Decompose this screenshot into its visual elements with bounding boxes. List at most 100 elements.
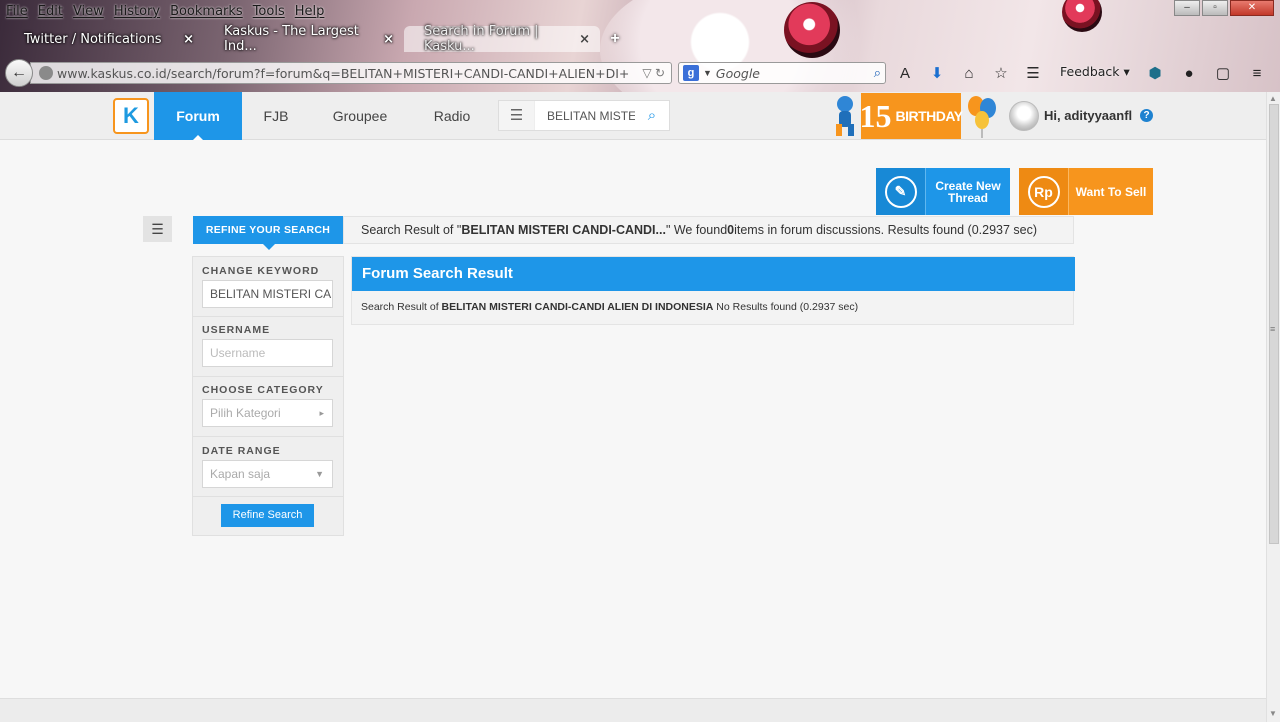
rupiah-icon: Rp (1027, 175, 1060, 208)
menu-help[interactable]: Help (295, 4, 325, 19)
no-results-message: Search Result of BELITAN MISTERI CANDI-C… (361, 301, 858, 313)
keyword-input[interactable]: BELITAN MISTERI CA (202, 280, 333, 308)
kaskus-logo[interactable]: K (113, 98, 149, 134)
url-host: www.kaskus.co.id (57, 65, 167, 81)
window-controls: – ▫ ✕ (1174, 0, 1274, 16)
category-select[interactable]: Pilih Kategori ▸ (202, 399, 333, 427)
search-icon[interactable]: ⌕ (635, 107, 669, 124)
google-icon[interactable]: g (683, 65, 699, 81)
close-window-button[interactable]: ✕ (1230, 0, 1274, 16)
theme-artwork-eye (1062, 0, 1102, 32)
balloons-icon (968, 96, 996, 138)
scroll-up-icon[interactable]: ▲ (1269, 94, 1277, 103)
user-greeting[interactable]: Hi, adityyaanfl (1044, 108, 1132, 123)
tab-title: Twitter / Notifications (24, 31, 162, 47)
extension-ghost-icon[interactable]: ● (1178, 62, 1200, 84)
result-line-query: BELITAN MISTERI CANDI-CANDI ALIEN DI IND… (441, 301, 714, 313)
nav-fjb[interactable]: FJB (248, 92, 304, 140)
vertical-scrollbar[interactable]: ▲ ≡ ▼ (1266, 92, 1280, 722)
navigation-toolbar: www.kaskus.co.id/search/forum?f=forum&q=… (0, 56, 1280, 90)
chevron-down-icon[interactable]: ▼ (703, 68, 712, 78)
keyword-label: CHANGE KEYWORD (202, 265, 320, 277)
nav-forum[interactable]: Forum (154, 92, 242, 140)
refine-search-panel: CHANGE KEYWORD BELITAN MISTERI CA USERNA… (192, 256, 344, 536)
reload-icon[interactable]: ▽ ↻ (636, 66, 671, 80)
date-range-select[interactable]: Kapan saja ▼ (202, 460, 333, 488)
category-label: CHOOSE CATEGORY (202, 384, 324, 396)
create-new-thread-button[interactable]: ✎ Create New Thread (876, 168, 1010, 215)
close-tab-icon[interactable]: × (383, 32, 394, 47)
avatar[interactable] (1009, 101, 1039, 131)
close-tab-icon[interactable]: × (579, 32, 590, 47)
new-tab-button[interactable]: + (600, 30, 630, 48)
tab-kaskus-home[interactable]: Kaskus - The Largest Ind... × (204, 24, 404, 54)
extension-shield-icon[interactable]: ⬢ (1144, 62, 1166, 84)
username-input[interactable]: Username (202, 339, 333, 367)
menu-history[interactable]: History (114, 4, 160, 19)
hamburger-menu-icon[interactable]: ≡ (1246, 62, 1268, 84)
sidebar-toggle-button[interactable]: ☰ (143, 216, 172, 242)
chevron-right-icon: ▸ (319, 408, 324, 418)
category-section: CHOOSE CATEGORY Pilih Kategori ▸ (193, 377, 343, 437)
search-icon[interactable]: ⌕ (874, 65, 881, 81)
nav-radio[interactable]: Radio (416, 92, 488, 140)
create-new-thread-label: Create New Thread (935, 178, 1001, 205)
rupiah-icon-wrap: Rp (1019, 168, 1069, 215)
pencil-icon-wrap: ✎ (876, 168, 926, 215)
tab-twitter[interactable]: Twitter / Notifications × (4, 26, 204, 52)
search-summary-bar: Search Result of " BELITAN MISTERI CANDI-… (343, 216, 1074, 244)
translate-icon[interactable]: A (894, 62, 916, 84)
menu-bar: File Edit View History Bookmarks Tools H… (0, 0, 324, 22)
maximize-button[interactable]: ▫ (1202, 0, 1228, 16)
result-line-prefix: Search Result of (361, 301, 442, 313)
home-icon[interactable]: ⌂ (958, 62, 980, 84)
feedback-button[interactable]: Feedback ▾ (1060, 64, 1130, 79)
birthday-banner[interactable]: 15 BIRTHDAY (859, 93, 963, 139)
list-icon: ☰ (151, 220, 164, 237)
close-tab-icon[interactable]: × (183, 32, 194, 47)
bookmark-star-icon[interactable]: ☆ (990, 62, 1012, 84)
download-icon[interactable]: ⬇ (926, 62, 948, 84)
mascot-icon (836, 96, 854, 136)
menu-tools[interactable]: Tools (253, 4, 285, 19)
pencil-icon: ✎ (884, 175, 917, 208)
list-icon[interactable]: ☰ (499, 101, 535, 130)
chevron-down-icon: ▼ (315, 469, 324, 479)
tab-bar: Twitter / Notifications × Kaskus - The L… (0, 24, 630, 54)
url-text: www.kaskus.co.id/search/forum?f=forum&q=… (57, 66, 636, 81)
summary-count: 0 (727, 223, 735, 237)
tab-title: Search in Forum | Kasku... (424, 24, 539, 54)
site-search: ☰ BELITAN MISTERI ⌕ (498, 100, 670, 131)
menu-view[interactable]: View (73, 4, 104, 19)
result-line-suffix: No Results found (0.2937 sec) (713, 301, 859, 313)
address-bar[interactable]: www.kaskus.co.id/search/forum?f=forum&q=… (30, 62, 672, 84)
forum-search-result-title: Forum Search Result (352, 257, 1075, 291)
tab-title: Kaskus - The Largest Ind... (224, 24, 359, 54)
browser-search-bar[interactable]: g ▼ Google ⌕ (678, 62, 886, 84)
refine-search-button[interactable]: Refine Search (221, 504, 314, 527)
back-button[interactable]: ← (5, 59, 33, 87)
keyword-section: CHANGE KEYWORD BELITAN MISTERI CA (193, 257, 343, 317)
toolbar-icons: A ⬇ ⌂ ☆ ☰ (894, 62, 1044, 84)
help-icon[interactable]: ? (1140, 109, 1153, 122)
refine-search-header: REFINE YOUR SEARCH (193, 216, 343, 250)
minimize-button[interactable]: – (1174, 0, 1200, 16)
want-to-sell-button[interactable]: Rp Want To Sell (1019, 168, 1153, 215)
menu-file[interactable]: File (6, 4, 28, 19)
menu-edit[interactable]: Edit (38, 4, 63, 19)
birthday-text: BIRTHDAY (895, 108, 963, 124)
extension-square-icon[interactable]: ▢ (1212, 62, 1234, 84)
tab-search-forum[interactable]: Search in Forum | Kasku... × (404, 24, 600, 54)
nav-groupee[interactable]: Groupee (316, 92, 404, 140)
site-search-input[interactable]: BELITAN MISTERI (535, 109, 635, 123)
site-identity-icon[interactable] (39, 66, 53, 80)
url-path: /search/forum?f=forum&q=BELITAN+MISTERI+… (166, 65, 630, 81)
back-arrow-icon: ← (11, 64, 27, 81)
forum-search-result-panel: Forum Search Result Search Result of BEL… (351, 256, 1075, 325)
date-range-label: DATE RANGE (202, 445, 281, 457)
page-footer (0, 698, 1266, 722)
menu-bookmarks[interactable]: Bookmarks (170, 4, 243, 19)
summary-mid: " We found (665, 223, 728, 237)
scroll-down-icon[interactable]: ▼ (1269, 709, 1277, 718)
bookmarks-list-icon[interactable]: ☰ (1022, 62, 1044, 84)
